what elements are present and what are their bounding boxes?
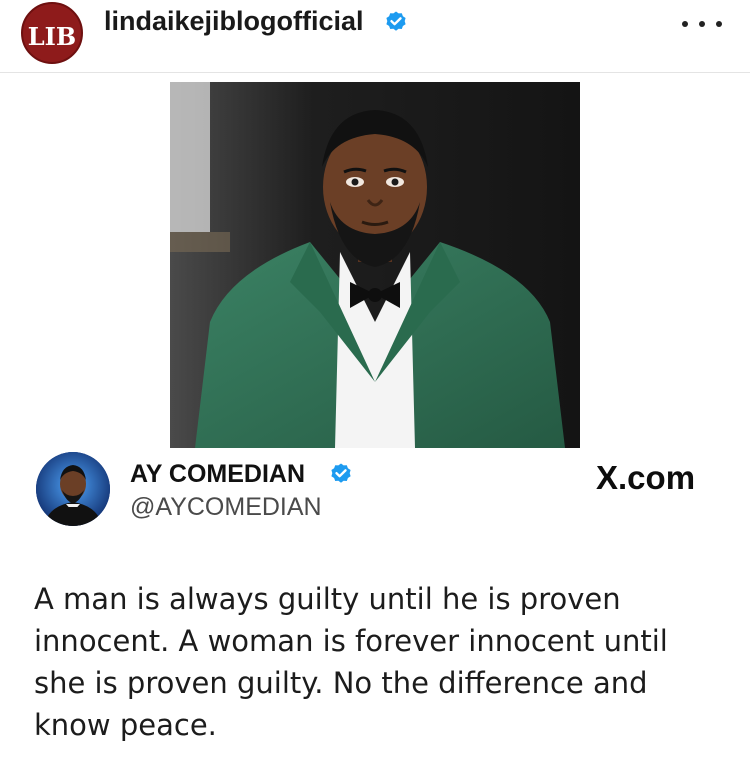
profile-avatar[interactable]: LIB [21, 2, 83, 64]
tweet-author-handle[interactable]: @AYCOMEDIAN [130, 493, 322, 522]
tweet-author-avatar[interactable] [36, 452, 110, 526]
account-username[interactable]: lindaikejiblogofficial [104, 6, 364, 37]
portrait-photo[interactable] [170, 82, 580, 448]
tweet-source-label: X.com [596, 459, 696, 496]
tweet-text: A man is always guilty until he is prove… [34, 582, 668, 742]
brand-logo-text: LIB [27, 21, 77, 51]
post-header: LIB lindaikejiblogofficial [0, 0, 750, 70]
portrait-illustration [170, 82, 580, 448]
author-avatar-illustration [36, 452, 110, 526]
tweet-author-name[interactable]: AY COMEDIAN [130, 460, 305, 489]
more-options-icon[interactable] [682, 14, 722, 34]
tweet-verified-badge-icon [331, 463, 351, 483]
verified-badge-icon [386, 11, 406, 31]
header-divider [0, 72, 750, 73]
